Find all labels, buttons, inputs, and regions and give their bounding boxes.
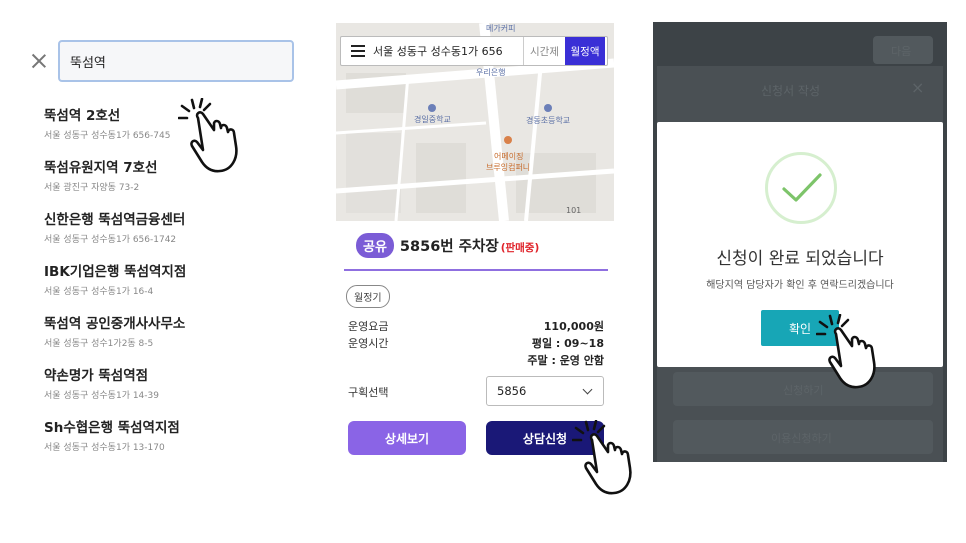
result-item-5[interactable]: 뚝섬역 공인중개사사무소 서울 성동구 성수1가2동 8-5 xyxy=(44,312,294,349)
school-marker-icon xyxy=(544,104,552,112)
map-top-bar: 서울 성동구 성수동1가 656 시간제 월정액 xyxy=(340,36,608,66)
result-item-2[interactable]: 뚝섬유원지역 7호선 서울 광진구 자양동 73-2 xyxy=(44,156,294,193)
map-label-school2: 경동초등학교 xyxy=(526,116,571,125)
result-name: 신한은행 뚝섬역금융센터 xyxy=(44,212,186,228)
fee-label: 운영요금 xyxy=(348,320,389,333)
result-item-6[interactable]: 약손명가 뚝섬역점 서울 성동구 성수동1가 14-39 xyxy=(44,364,294,401)
detail-button[interactable]: 상세보기 xyxy=(348,421,466,455)
section-select[interactable]: 5856 xyxy=(486,376,604,406)
parking-detail-panel: 메가커피 우리은행 경일중학교 경동초등학교 어메이징 브루잉컴퍼니 101 서… xyxy=(336,23,614,473)
result-name: Sh수협은행 뚝섬역지점 xyxy=(44,420,180,436)
bg-apply-button: 신청하기 xyxy=(673,372,933,406)
result-address: 서울 성동구 성수동1가 656-1742 xyxy=(44,235,177,245)
bg-sheet-title: 신청서 작성 xyxy=(761,84,821,98)
bg-use-label: 이용신청하기 xyxy=(771,432,832,445)
bg-top-button-label: 다음 xyxy=(891,45,912,58)
map-view[interactable]: 메가커피 우리은행 경일중학교 경동초등학교 어메이징 브루잉컴퍼니 101 서… xyxy=(336,23,614,221)
search-input[interactable] xyxy=(60,42,292,80)
menu-icon[interactable] xyxy=(341,37,373,65)
result-name: 뚝섬역 2호선 xyxy=(44,108,121,124)
close-icon[interactable] xyxy=(30,52,48,70)
tap-hand-icon xyxy=(816,314,876,389)
result-address: 서울 성동구 성수동1가 16-4 xyxy=(44,287,154,297)
bg-close-icon: × xyxy=(911,78,925,97)
lot-status: (판매중) xyxy=(500,241,540,254)
map-label-bank: 우리은행 xyxy=(476,68,506,77)
fee-value: 110,000원 xyxy=(543,320,604,333)
section-label: 구획선택 xyxy=(348,386,389,399)
check-circle-icon xyxy=(765,152,837,224)
toggle-hourly[interactable]: 시간제 xyxy=(523,37,565,65)
result-address: 서울 성동구 성수동1가 14-39 xyxy=(44,391,159,401)
result-address: 서울 성동구 성수1가2동 8-5 xyxy=(44,339,154,349)
result-name: IBK기업은행 뚝섬역지점 xyxy=(44,264,187,280)
chevron-down-icon xyxy=(582,384,593,395)
result-name: 약손명가 뚝섬역점 xyxy=(44,368,149,384)
divider xyxy=(344,269,608,271)
hours-weekday: 평일 : 09~18 xyxy=(531,337,604,350)
result-item-4[interactable]: IBK기업은행 뚝섬역지점 서울 성동구 성수동1가 16-4 xyxy=(44,260,294,297)
search-panel: 뚝섬역 2호선 서울 성동구 성수동1가 656-745 뚝섬유원지역 7호선 … xyxy=(22,30,312,460)
section-value: 5856 xyxy=(497,384,527,398)
complete-dialog: 신청이 완료 되었습니다 해당지역 담당자가 확인 후 연락드리겠습니다 확인 xyxy=(657,122,943,367)
dialog-title: 신청이 완료 되었습니다 xyxy=(716,249,884,269)
bg-use-button: 이용신청하기 xyxy=(673,420,933,454)
dialog-subtitle: 해당지역 담당자가 확인 후 연락드리겠습니다 xyxy=(706,280,894,291)
map-label-school1: 경일중학교 xyxy=(414,115,451,124)
result-address: 서울 성동구 성수동1가 656-745 xyxy=(44,131,171,141)
map-label-marker: 101 xyxy=(566,206,582,215)
check-icon xyxy=(782,173,822,202)
search-box[interactable] xyxy=(58,40,294,82)
map-label-poi1: 어메이징 xyxy=(494,152,524,161)
tap-hand-icon xyxy=(572,420,632,495)
lot-header: 공유 5856번 주차장 (판매중) xyxy=(356,233,539,258)
result-item-3[interactable]: 신한은행 뚝섬역금융센터 서울 성동구 성수동1가 656-1742 xyxy=(44,208,294,245)
result-name: 뚝섬역 공인중개사사무소 xyxy=(44,316,186,332)
result-name: 뚝섬유원지역 7호선 xyxy=(44,160,158,176)
share-badge: 공유 xyxy=(356,233,394,258)
result-item-7[interactable]: Sh수협은행 뚝섬역지점 서울 성동구 성수동1가 13-170 xyxy=(44,416,294,453)
bg-top-button: 다음 xyxy=(873,36,933,64)
address-field[interactable]: 서울 성동구 성수동1가 656 xyxy=(373,43,523,59)
map-label-poi2: 브루잉컴퍼니 xyxy=(486,163,531,172)
result-address: 서울 성동구 성수동1가 13-170 xyxy=(44,443,165,453)
cafe-marker-icon xyxy=(504,136,512,144)
school-marker-icon xyxy=(428,104,436,112)
complete-panel: 다음 신청서 작성 × 신청하기 이용신청하기 신청이 완료 되었습니다 해당지… xyxy=(653,22,947,462)
map-label-top: 메가커피 xyxy=(486,24,516,33)
hours-weekend: 주말 : 운영 안함 xyxy=(527,354,604,367)
hours-label: 운영시간 xyxy=(348,337,389,350)
toggle-monthly[interactable]: 월정액 xyxy=(565,37,605,65)
lot-title: 5856번 주차장 xyxy=(399,239,499,255)
result-item-1[interactable]: 뚝섬역 2호선 서울 성동구 성수동1가 656-745 xyxy=(44,104,294,141)
result-address: 서울 광진구 자양동 73-2 xyxy=(44,183,140,193)
tap-hand-icon xyxy=(178,98,238,173)
type-chip: 월정기 xyxy=(346,285,390,308)
